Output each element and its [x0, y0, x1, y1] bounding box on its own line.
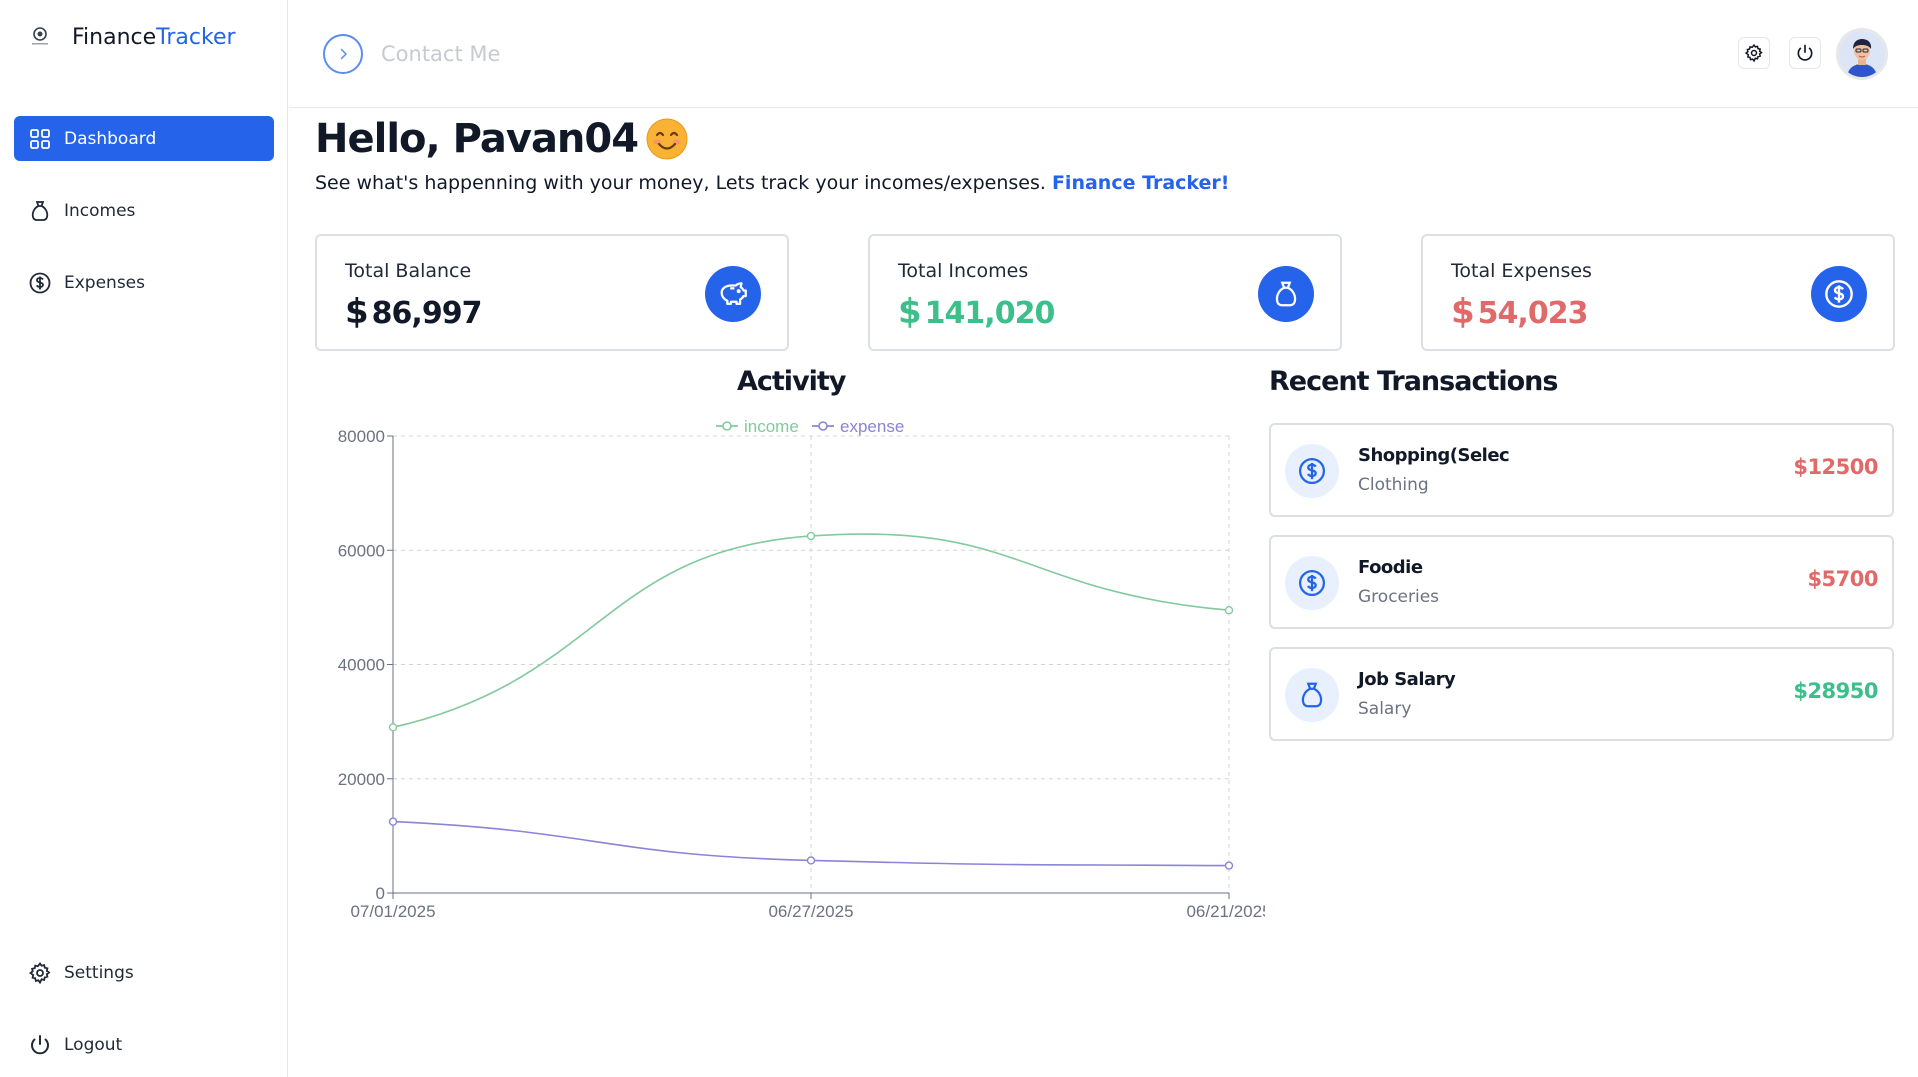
page-subtitle: See what's happenning with your money, L… [315, 172, 1229, 194]
y-tick-label: 0 [376, 884, 385, 903]
card-amount: 54,023 [1477, 296, 1589, 331]
money-bag-icon [1285, 668, 1339, 722]
activity-chart-svg: 0 20000 40000 60000 80000 07/01/2025 06/27/202… [338, 417, 1272, 921]
activity-chart: 0 20000 40000 60000 80000 07/01/2025 06/27/202… [315, 410, 1272, 930]
brand-logo-icon [28, 24, 52, 50]
transaction-title: Job Salary [1358, 669, 1456, 690]
x-tick-label: 07/01/2025 [350, 902, 435, 921]
currency-symbol: $ [1451, 292, 1475, 332]
settings-button[interactable] [1738, 37, 1770, 69]
grid-icon [30, 128, 50, 149]
gear-icon [29, 961, 51, 984]
total-expenses-card: Total Expenses $54,023 [1421, 234, 1895, 351]
avatar[interactable] [1836, 28, 1888, 80]
brand-name-part2: Tracker [156, 24, 236, 50]
sidebar-item-label: Settings [64, 962, 134, 983]
income-data-point [1224, 606, 1234, 615]
y-tick-label: 80000 [338, 427, 385, 446]
income-data-point [806, 531, 816, 541]
recent-transactions-title: Recent Transactions [1269, 366, 1558, 397]
income-data-point [388, 723, 398, 732]
page-title: Hello, Pavan04 [315, 116, 688, 162]
sidebar-item-dashboard[interactable]: Dashboard [14, 116, 274, 161]
transaction-amount: $12500 [1793, 455, 1878, 479]
card-label: Total Incomes [898, 260, 1029, 282]
x-tick-label: 06/21/2025 [1186, 902, 1265, 921]
x-tick-label: 06/27/2025 [768, 902, 853, 921]
sidebar-item-label: Dashboard [64, 128, 157, 149]
transaction-title: Foodie [1358, 557, 1423, 578]
activity-title: Activity [737, 366, 846, 397]
dollar-circle-icon [29, 272, 51, 293]
sidebar-item-expenses[interactable]: Expenses [14, 260, 274, 305]
piggy-bank-icon [705, 266, 761, 322]
expense-data-point [388, 817, 398, 826]
card-label: Total Balance [345, 260, 472, 282]
y-tick-label: 20000 [338, 770, 385, 789]
card-label: Total Expenses [1451, 260, 1592, 282]
power-icon [31, 1034, 49, 1054]
y-tick-label: 60000 [338, 541, 385, 560]
legend-marker-income [722, 421, 732, 431]
dollar-circle-icon [1285, 556, 1339, 610]
transaction-title: Shopping(Selec [1358, 445, 1510, 466]
chevron-right-icon[interactable] [323, 34, 363, 74]
card-value: $54,023 [1451, 292, 1589, 332]
transaction-amount: $5700 [1807, 567, 1878, 591]
power-icon [1797, 44, 1813, 61]
brand-name-part1: Finance [72, 24, 157, 50]
money-bag-icon [1258, 266, 1314, 322]
finance-tracker-link[interactable]: Finance Tracker! [1052, 172, 1230, 194]
currency-symbol: $ [898, 292, 922, 332]
smiley-emoji-icon [646, 118, 688, 160]
legend-marker-expense [818, 421, 828, 431]
sidebar-item-logout[interactable]: Logout [14, 1022, 274, 1067]
expense-data-point [806, 856, 816, 865]
transaction-category: Salary [1358, 699, 1412, 719]
sidebar-item-label: Expenses [64, 272, 145, 293]
transaction-item[interactable]: Shopping(Selec Clothing $12500 [1269, 423, 1894, 517]
total-balance-card: Total Balance $86,997 [315, 234, 789, 351]
card-value: $141,020 [898, 292, 1056, 332]
currency-symbol: $ [345, 292, 369, 332]
card-amount: 86,997 [371, 296, 483, 331]
transaction-category: Groceries [1358, 587, 1440, 607]
greeting-text: Hello, Pavan04 [315, 116, 639, 162]
total-incomes-card: Total Incomes $141,020 [868, 234, 1342, 351]
transaction-amount: $28950 [1793, 679, 1878, 703]
topbar: Contact Me [289, 0, 1918, 108]
logout-button[interactable] [1789, 37, 1821, 69]
dollar-circle-icon [1811, 266, 1867, 322]
dollar-circle-icon [1285, 444, 1339, 498]
y-tick-label: 40000 [338, 656, 385, 675]
transaction-category: Clothing [1358, 475, 1429, 495]
legend-label-income: income [744, 417, 799, 436]
sidebar-item-incomes[interactable]: Incomes [14, 188, 274, 233]
contact-me-label: Contact Me [381, 42, 501, 66]
card-value: $86,997 [345, 292, 483, 332]
brand[interactable]: FinanceTracker [28, 24, 236, 50]
gear-icon [1744, 43, 1763, 63]
transaction-item[interactable]: Foodie Groceries $5700 [1269, 535, 1894, 629]
legend-label-expense: expense [840, 417, 904, 436]
subtitle-text: See what's happenning with your money, L… [315, 172, 1046, 194]
brand-name: FinanceTracker [72, 25, 236, 50]
expense-data-point [1224, 861, 1234, 870]
money-bag-icon [31, 200, 49, 221]
card-amount: 141,020 [924, 296, 1056, 331]
contact-me-link[interactable]: Contact Me [323, 34, 500, 74]
sidebar-item-label: Incomes [64, 200, 136, 221]
sidebar-item-settings[interactable]: Settings [14, 950, 274, 995]
transaction-item[interactable]: Job Salary Salary $28950 [1269, 647, 1894, 741]
sidebar: FinanceTracker Dashboard Incomes Expense… [0, 0, 288, 1077]
sidebar-item-label: Logout [64, 1034, 123, 1055]
